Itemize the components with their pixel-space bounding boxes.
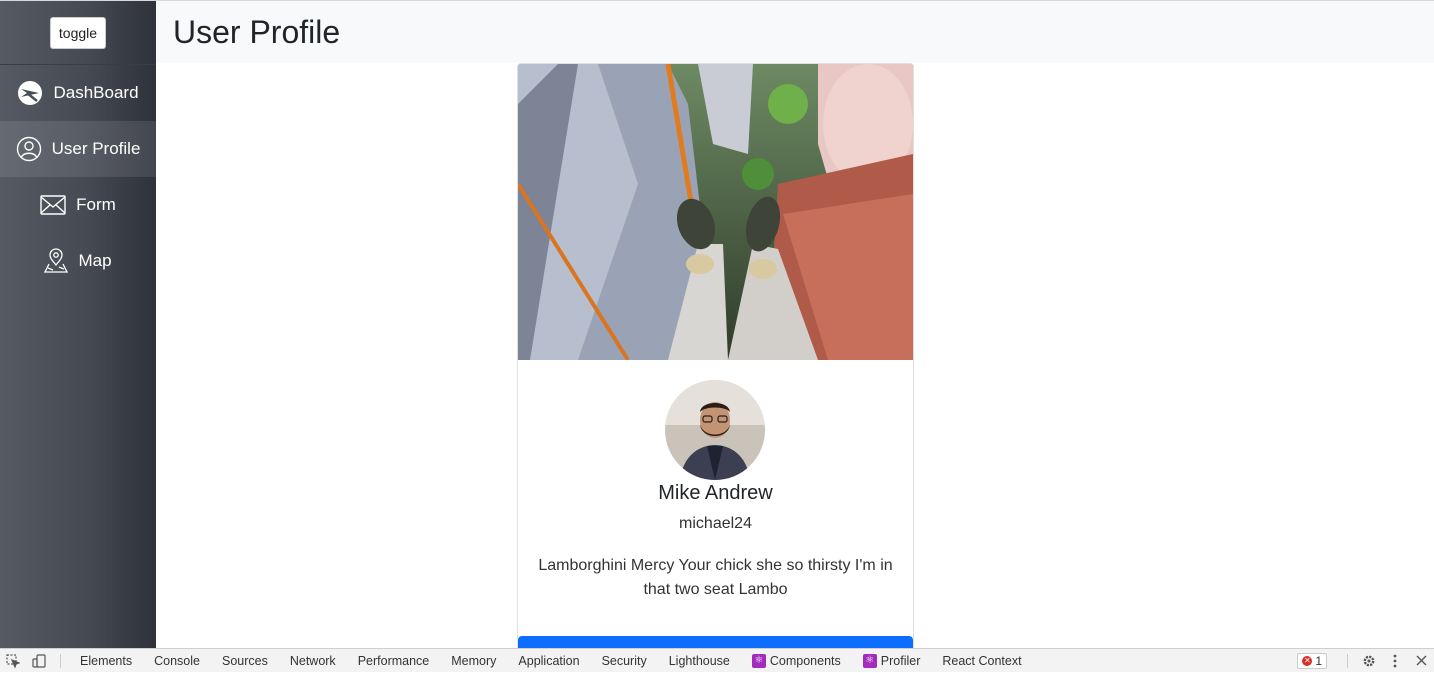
inspect-element-icon[interactable] — [0, 649, 26, 673]
tab-performance[interactable]: Performance — [347, 654, 441, 668]
profile-name: Mike Andrew — [658, 482, 773, 504]
profile-bio: Lamborghini Mercy Your chick she so thir… — [538, 557, 893, 598]
react-icon: ⚛ — [751, 653, 766, 668]
sidebar-toggle-wrap: toggle — [0, 1, 156, 65]
error-icon: ✕ — [1302, 655, 1313, 666]
dashboard-icon — [17, 80, 43, 106]
profile-card: Mike Andrew michael24 Lamborghini Mercy … — [517, 63, 914, 663]
tab-components[interactable]: ⚛ Components — [741, 653, 852, 668]
tab-memory[interactable]: Memory — [440, 654, 507, 668]
react-icon: ⚛ — [862, 653, 877, 668]
tab-network[interactable]: Network — [279, 654, 347, 668]
sidebar-item-label: Map — [78, 251, 112, 270]
tab-application[interactable]: Application — [507, 654, 590, 668]
toggle-button[interactable]: toggle — [49, 16, 107, 49]
cover-image — [518, 64, 913, 360]
sidebar-item-form[interactable]: Form — [0, 177, 156, 233]
tab-elements[interactable]: Elements — [69, 654, 143, 668]
tab-react-context[interactable]: React Context — [931, 654, 1032, 668]
error-count: 1 — [1315, 653, 1322, 668]
tab-lighthouse[interactable]: Lighthouse — [658, 654, 741, 668]
device-toolbar-icon[interactable] — [26, 649, 52, 673]
error-count-badge[interactable]: ✕ 1 — [1297, 652, 1327, 669]
page-header: User Profile — [156, 0, 1434, 63]
sidebar-item-dashboard[interactable]: DashBoard — [0, 65, 156, 121]
close-icon[interactable] — [1408, 649, 1434, 673]
main-content: User Profile Mike Andrew michael24 Lambo… — [156, 0, 1434, 663]
tab-console[interactable]: Console — [143, 654, 211, 668]
page-title: User Profile — [173, 13, 341, 50]
map-pin-icon — [44, 248, 69, 274]
sidebar-item-label: User Profile — [51, 139, 141, 158]
tab-components-label: Components — [769, 653, 841, 668]
tab-profiler[interactable]: ⚛ Profiler — [852, 653, 932, 668]
app: toggle DashBoard User Profile Form Map U… — [0, 0, 1434, 663]
envelope-icon — [40, 195, 66, 215]
sidebar-item-label: Form — [76, 195, 116, 214]
avatar — [665, 380, 765, 480]
sidebar-item-map[interactable]: Map — [0, 233, 156, 289]
devtools-right-controls: ✕ 1 — [1297, 649, 1434, 672]
user-circle-icon — [16, 136, 42, 162]
tab-security[interactable]: Security — [591, 654, 658, 668]
sidebar: toggle DashBoard User Profile Form Map — [0, 0, 156, 648]
more-options-icon[interactable] — [1382, 649, 1408, 673]
sidebar-item-label: DashBoard — [53, 83, 139, 102]
tab-sources[interactable]: Sources — [211, 654, 279, 668]
tab-profiler-label: Profiler — [880, 653, 921, 668]
devtools-bar: Elements Console Sources Network Perform… — [0, 648, 1434, 672]
devtools-divider — [60, 653, 61, 668]
devtools-divider — [1347, 653, 1348, 668]
profile-username: michael24 — [679, 515, 752, 532]
gear-icon[interactable] — [1356, 649, 1382, 673]
sidebar-item-user-profile[interactable]: User Profile — [0, 121, 156, 177]
